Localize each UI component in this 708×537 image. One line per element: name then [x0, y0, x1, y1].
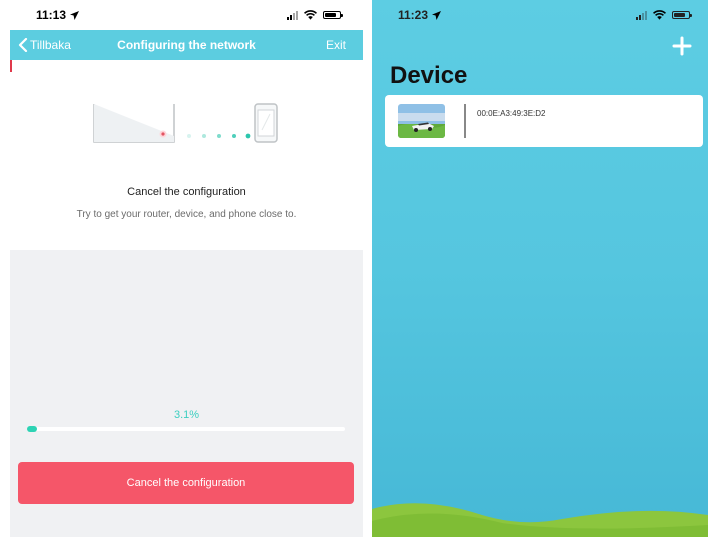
chevron-left-icon [18, 38, 28, 52]
progress-fill [27, 426, 37, 432]
config-subtitle: Try to get your router, device, and phon… [76, 209, 297, 220]
location-arrow-icon [432, 10, 442, 20]
wifi-icon [653, 10, 666, 20]
signal-icon [636, 10, 647, 20]
plus-icon[interactable] [672, 36, 692, 56]
router-icon [93, 104, 175, 143]
exit-button[interactable]: Exit [326, 30, 346, 60]
signal-icon [287, 10, 298, 20]
battery-icon [323, 11, 343, 19]
phone-icon [254, 103, 278, 143]
mower-thumbnail [398, 104, 445, 138]
pairing-illustration [93, 103, 278, 143]
right-screen: 11:23 Device 00:0E:A3:49:3E:D2 [372, 0, 708, 537]
progress-dots [187, 133, 251, 139]
progress-percentage: 3.1% [173, 409, 200, 421]
back-button[interactable]: Tillbaka [18, 30, 71, 60]
status-time: 11:13 [36, 8, 67, 22]
back-label: Tillbaka [30, 38, 71, 52]
wifi-icon [304, 10, 317, 20]
divider [464, 104, 466, 138]
device-mac-address: 00:0E:A3:49:3E:D2 [477, 109, 546, 118]
device-list-item[interactable]: 00:0E:A3:49:3E:D2 [385, 95, 703, 147]
cancel-configuration-button[interactable]: Cancel the configuration [18, 462, 354, 504]
location-arrow-icon [70, 10, 80, 20]
battery-icon [672, 11, 692, 19]
status-bar: 11:23 [372, 0, 708, 30]
progress-panel: 3.1% Cancel the configuration [10, 250, 363, 537]
nav-bar: Configuring the network Tillbaka Exit [10, 30, 363, 60]
left-screen: 11:13 Configuring the network Tillbaka E… [10, 0, 363, 537]
progress-bar [27, 426, 345, 432]
config-title: Cancel the configuration [127, 186, 246, 198]
status-time: 11:23 [398, 8, 429, 22]
status-bar: 11:13 [10, 0, 363, 30]
hills-decoration [372, 503, 708, 537]
page-title: Device [390, 62, 468, 89]
